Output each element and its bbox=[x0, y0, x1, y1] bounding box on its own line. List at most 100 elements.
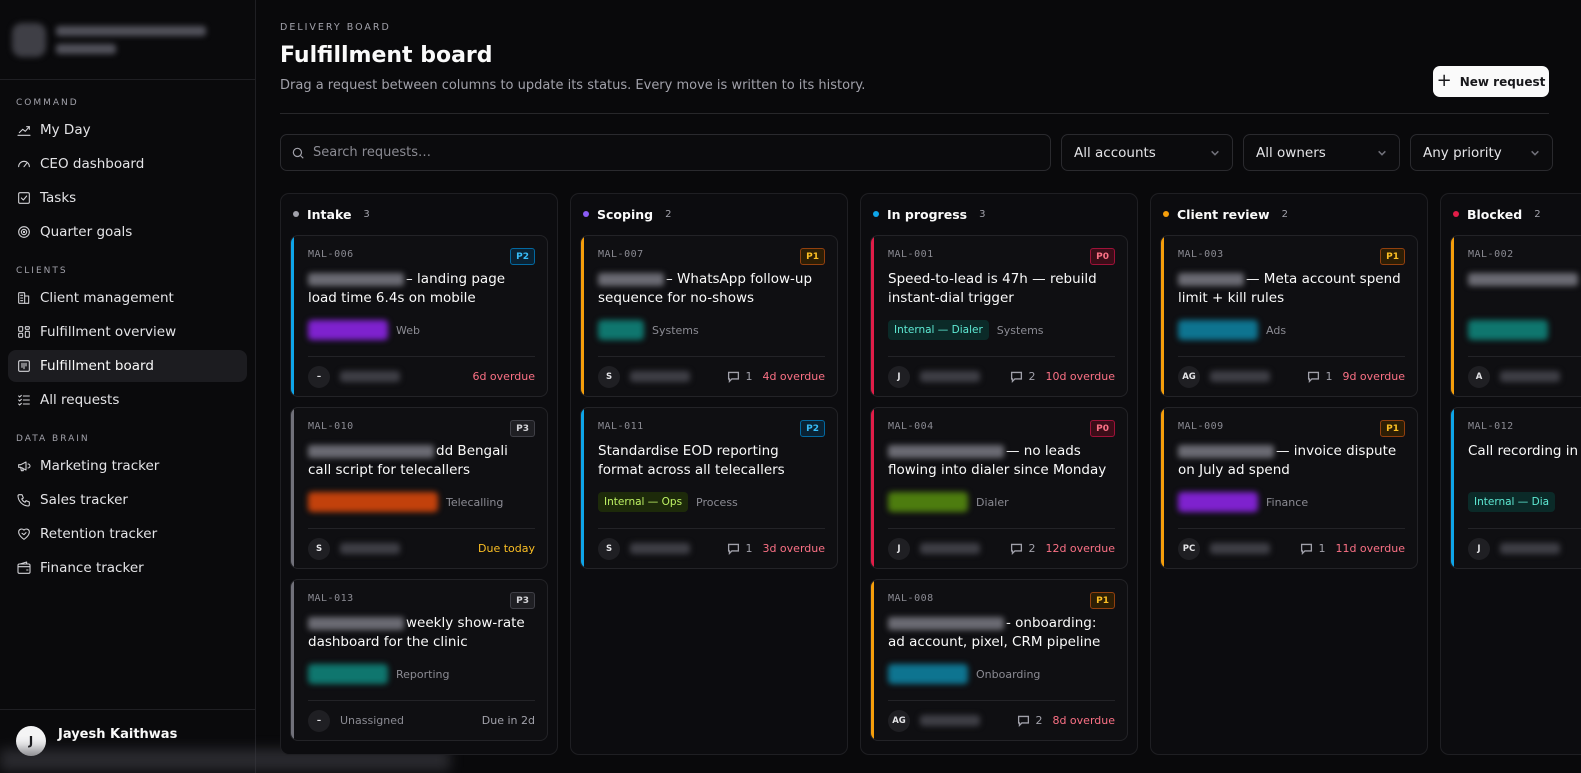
sidebar-item-retention-tracker[interactable]: Retention tracker bbox=[8, 518, 247, 550]
comment-icon bbox=[1301, 543, 1313, 555]
request-card[interactable]: MAL-011 P2 Standardise EOD reporting for… bbox=[580, 407, 838, 569]
request-title: refresh (6 stat bbox=[1468, 270, 1581, 308]
comment-count: 2 bbox=[1017, 714, 1042, 727]
due-status: 12d overdue bbox=[1045, 542, 1115, 555]
column-status-dot bbox=[1163, 211, 1169, 217]
search-placeholder: Search requests… bbox=[313, 145, 431, 160]
redacted-account-tag bbox=[598, 320, 644, 340]
category-label: Ads bbox=[1266, 323, 1287, 337]
sidebar-item-ceo-dashboard[interactable]: CEO dashboard bbox=[8, 148, 247, 180]
card-accent-bar bbox=[291, 580, 294, 740]
category-label: Dialer bbox=[976, 495, 1009, 509]
request-title: — Meta account spend limit + kill rules bbox=[1178, 270, 1403, 308]
sidebar-item-tasks[interactable]: Tasks bbox=[8, 182, 247, 214]
request-title: Standardise EOD reporting format across … bbox=[598, 442, 823, 480]
page-title: Fulfillment board bbox=[280, 43, 493, 68]
owner-avatar: AG bbox=[1178, 365, 1200, 388]
priority-select-value: Any priority bbox=[1423, 144, 1502, 161]
column-count: 2 bbox=[1281, 208, 1288, 220]
card-tags bbox=[1468, 320, 1581, 340]
sidebar-item-finance-tracker[interactable]: Finance tracker bbox=[8, 552, 247, 584]
request-id: MAL-011 bbox=[598, 421, 644, 432]
sidebar-item-label: CEO dashboard bbox=[40, 156, 145, 172]
column-title: Blocked bbox=[1467, 206, 1523, 222]
redacted-account-tag bbox=[308, 664, 388, 684]
redacted-account-tag bbox=[1178, 492, 1258, 512]
card-meta: 1 9d overdue bbox=[1307, 370, 1405, 383]
due-status: 4d overdue bbox=[762, 370, 825, 383]
sidebar-item-all-requests[interactable]: All requests bbox=[8, 384, 247, 416]
header-divider bbox=[280, 113, 1549, 114]
sidebar-item-fulfillment-overview[interactable]: Fulfillment overview bbox=[8, 316, 247, 348]
redacted-account-tag bbox=[308, 492, 438, 512]
sidebar-item-label: Marketing tracker bbox=[40, 458, 160, 474]
owner-avatar: S bbox=[598, 537, 620, 560]
redacted-owner-name bbox=[920, 371, 980, 382]
sidebar-item-label: Fulfillment board bbox=[40, 358, 154, 374]
request-card[interactable]: MAL-003 P1 — Meta account spend limit + … bbox=[1160, 235, 1418, 397]
redacted-owner-name bbox=[1210, 543, 1270, 554]
sidebar-item-label: Retention tracker bbox=[40, 526, 158, 542]
user-name: Jayesh Kaithwas bbox=[58, 727, 178, 742]
accounts-select-value: All accounts bbox=[1074, 144, 1156, 161]
chevron-down-icon bbox=[1531, 150, 1539, 156]
request-card[interactable]: MAL-002 refresh (6 stat A bbox=[1450, 235, 1581, 397]
request-card[interactable]: MAL-012 Call recording in 6 calls Intern… bbox=[1450, 407, 1581, 569]
redacted-client-name bbox=[1468, 272, 1578, 286]
card-footer: S 1 3d overdue bbox=[598, 528, 825, 568]
request-card[interactable]: MAL-004 P0 — no leads flowing into diale… bbox=[870, 407, 1128, 569]
request-card[interactable]: MAL-006 P2 – landing page load time 6.4s… bbox=[290, 235, 548, 397]
request-card[interactable]: MAL-001 P0 Speed-to-lead is 47h — rebuil… bbox=[870, 235, 1128, 397]
card-footer: S Due today bbox=[308, 528, 535, 568]
card-tags: Ads bbox=[1178, 320, 1403, 340]
comment-icon bbox=[728, 371, 740, 383]
wallet-icon bbox=[17, 561, 31, 574]
new-request-button[interactable]: + New request bbox=[1433, 66, 1549, 97]
priority-select[interactable]: Any priority bbox=[1410, 134, 1553, 171]
sidebar-item-client-management[interactable]: Client management bbox=[8, 282, 247, 314]
comment-count: 2 bbox=[1010, 370, 1035, 383]
request-card[interactable]: MAL-013 P3 weekly show-rate dashboard fo… bbox=[290, 579, 548, 741]
request-card[interactable]: MAL-009 P1 — invoice dispute on July ad … bbox=[1160, 407, 1418, 569]
redacted-owner-name bbox=[1500, 371, 1560, 382]
sidebar-item-sales-tracker[interactable]: Sales tracker bbox=[8, 484, 247, 516]
request-title: – landing page load time 6.4s on mobile bbox=[308, 270, 533, 308]
request-id: MAL-006 bbox=[308, 249, 354, 260]
card-meta: Due today bbox=[478, 542, 535, 555]
comment-count-value: 2 bbox=[1028, 370, 1036, 383]
accounts-select[interactable]: All accounts bbox=[1061, 134, 1233, 171]
redacted-owner-name bbox=[1210, 371, 1270, 382]
card-footer: S 1 4d overdue bbox=[598, 356, 825, 396]
card-meta: 1 4d overdue bbox=[727, 370, 825, 383]
request-id: MAL-010 bbox=[308, 421, 354, 432]
card-accent-bar bbox=[1451, 236, 1454, 396]
request-card[interactable]: MAL-010 P3 dd Bengali call script for te… bbox=[290, 407, 548, 569]
sidebar-item-fulfillment-board[interactable]: Fulfillment board bbox=[8, 350, 247, 382]
due-status: Due in 2d bbox=[481, 714, 535, 727]
owner-avatar: – bbox=[308, 365, 330, 388]
column-title: Scoping bbox=[597, 206, 654, 222]
building-icon bbox=[18, 292, 30, 304]
owners-select[interactable]: All owners bbox=[1243, 134, 1400, 171]
redacted-client-name bbox=[308, 272, 404, 286]
request-card[interactable]: MAL-008 P1 - onboarding: ad account, pix… bbox=[870, 579, 1128, 741]
sidebar-item-marketing-tracker[interactable]: Marketing tracker bbox=[8, 450, 247, 482]
redacted-owner-name bbox=[630, 543, 690, 554]
account-tag: Internal — Dialer bbox=[888, 320, 989, 340]
category-label: Reporting bbox=[396, 667, 450, 681]
card-tags: Internal — Ops Process bbox=[598, 492, 823, 512]
sidebar-item-my-day[interactable]: My Day bbox=[8, 114, 247, 146]
heart-handshake-icon bbox=[18, 528, 30, 540]
phone-icon bbox=[17, 494, 30, 507]
card-accent-bar bbox=[291, 408, 294, 568]
request-card[interactable]: MAL-007 P1 – WhatsApp follow-up sequence… bbox=[580, 235, 838, 397]
plus-icon: + bbox=[1436, 69, 1452, 91]
priority-badge: P0 bbox=[1090, 420, 1115, 437]
sidebar-item-quarter-goals[interactable]: Quarter goals bbox=[8, 216, 247, 248]
redacted-owner-name bbox=[340, 371, 400, 382]
priority-badge: P1 bbox=[1090, 592, 1115, 609]
card-tags: Onboarding bbox=[888, 664, 1113, 684]
nav-section-heading: CLIENTS bbox=[16, 266, 68, 276]
search-input[interactable]: Search requests… bbox=[280, 134, 1051, 171]
workspace-switcher[interactable] bbox=[0, 0, 255, 80]
